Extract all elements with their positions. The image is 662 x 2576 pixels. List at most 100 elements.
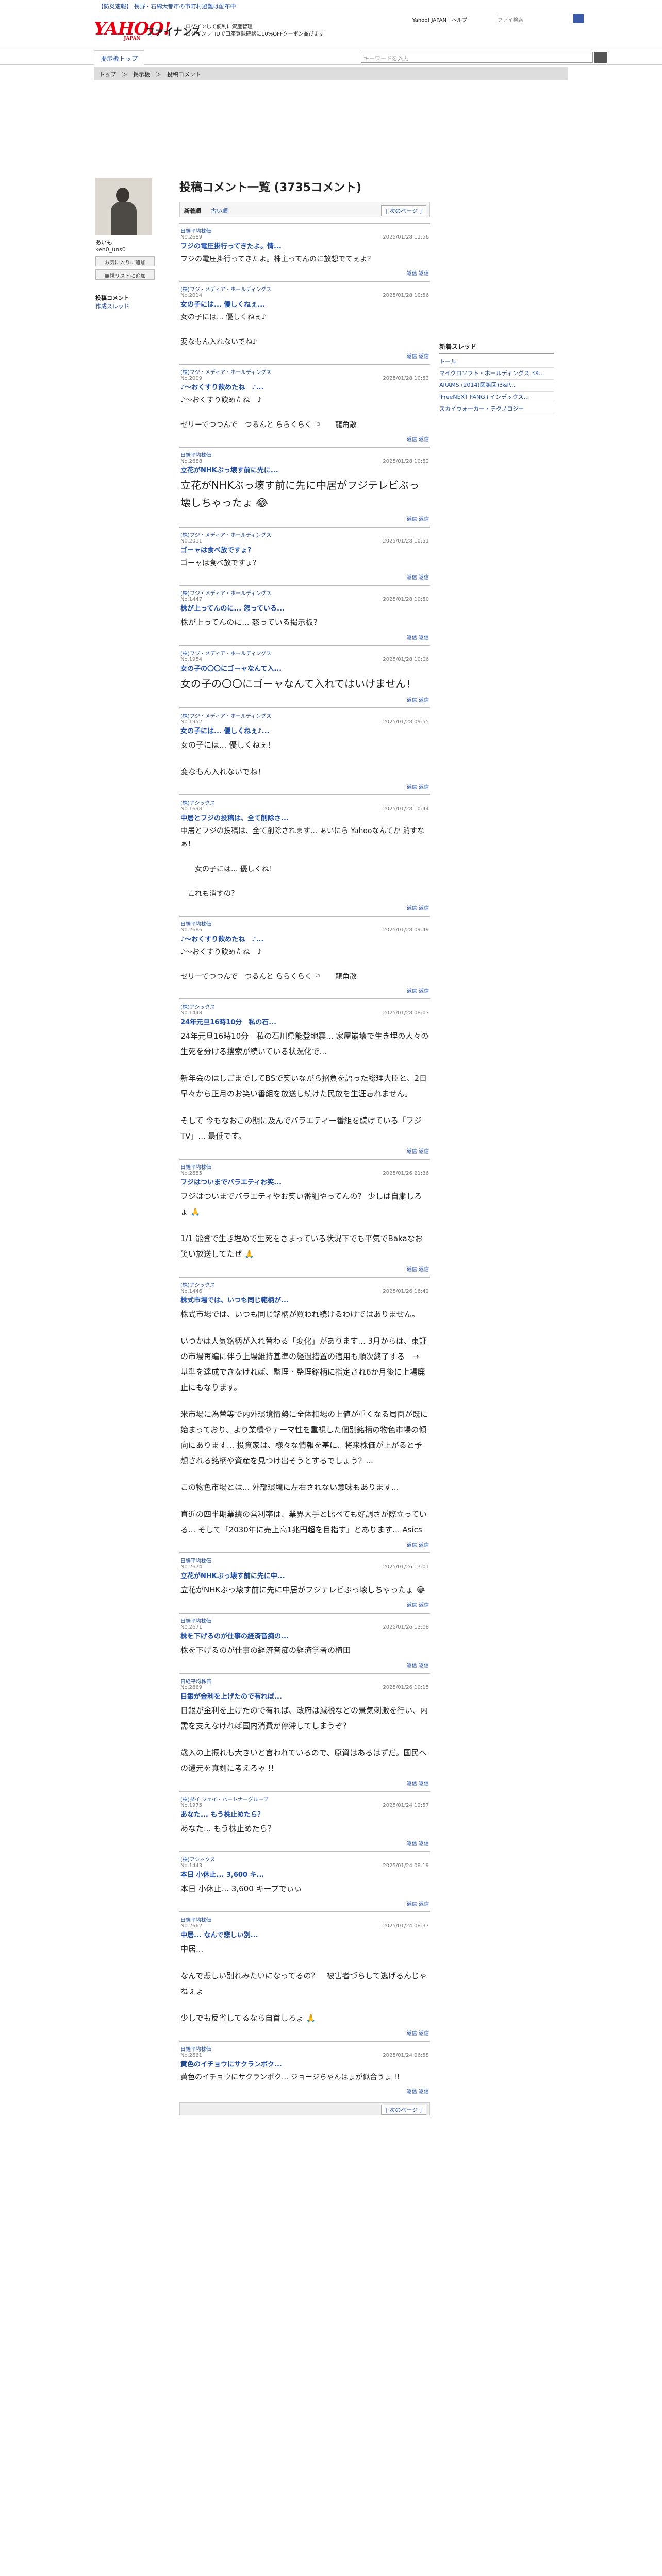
- reply-link[interactable]: 返信 返信: [180, 352, 429, 360]
- reply-link[interactable]: 返信 返信: [180, 1147, 429, 1155]
- reply-link[interactable]: 返信 返信: [180, 1540, 429, 1548]
- reply-link[interactable]: 返信 返信: [180, 1779, 429, 1787]
- stock-name[interactable]: (株)フジ・メディア・ホールディングス: [180, 649, 429, 657]
- reply-link[interactable]: 返信 返信: [180, 515, 429, 522]
- reply-link[interactable]: 返信 返信: [180, 1661, 429, 1669]
- comment-datetime: 2025/01/28 10:52: [383, 459, 429, 464]
- comment-meta: No.1443 2025/01/24 08:19: [180, 1863, 429, 1869]
- body-line: 歳入の上振れも大きいと言われているので、原資はあるはずだ。国民への還元を真剣に考…: [180, 1748, 427, 1773]
- comment-subject[interactable]: 女の子には... 優しくねぇ...: [180, 299, 429, 309]
- quote-search-button[interactable]: [594, 52, 607, 63]
- comment-item: (株)アシックス No.1443 2025/01/24 08:19 本日 小休止...…: [179, 1851, 430, 1911]
- comment-datetime: 2025/01/28 10:51: [383, 538, 429, 544]
- comment-subject[interactable]: 株を下げるのが仕事の経済音痴の...: [180, 1631, 429, 1640]
- comment-subject[interactable]: フジはついまでバラエティお笑...: [180, 1177, 429, 1187]
- comment-body: 女の子の〇〇にゴーャなんて入れてはいけません！: [180, 675, 429, 692]
- comment-number: No.2014: [180, 293, 203, 298]
- reply-link[interactable]: 返信 返信: [180, 1900, 429, 1907]
- comment-subject[interactable]: 中居とフジの投稿は、全て削除さ...: [180, 812, 429, 822]
- reply-link[interactable]: 返信 返信: [180, 1601, 429, 1608]
- add-ignore-button[interactable]: 無視リストに追加: [95, 269, 155, 280]
- reply-link[interactable]: 返信 返信: [180, 904, 429, 911]
- reply-link[interactable]: 返信 返信: [180, 783, 429, 790]
- stock-name[interactable]: 日経平均株価: [180, 451, 429, 459]
- comment-subject[interactable]: 24年元旦16時10分 私の石...: [180, 1016, 429, 1026]
- reply-link[interactable]: 返信 返信: [180, 573, 429, 581]
- comment-subject[interactable]: フジの電圧掛行ってきたよ。情...: [180, 241, 429, 250]
- reply-link[interactable]: 返信 返信: [180, 987, 429, 994]
- comment-subject[interactable]: 立花がNHKぶっ壊す前に先に中...: [180, 1570, 429, 1580]
- nav-posted-comments[interactable]: 投稿コメント: [95, 294, 172, 302]
- comment-body: 立花がNHKぶっ壊す前に先に中居がフジテレビぶっ壊しちゃったょ 😂: [180, 477, 429, 512]
- sidebar-thread-link[interactable]: ARAMS (2014(図第回)3&P...: [439, 380, 554, 392]
- bottom-next-page-button[interactable]: [ 次のページ ]: [380, 2105, 426, 2115]
- disaster-notice[interactable]: 【防災速報】 長野・石綿大都市の市町村避難は配布中: [0, 0, 662, 11]
- comment-meta: No.1698 2025/01/28 10:44: [180, 806, 429, 812]
- comment-body: ゴーャは食べ放ですょ？: [180, 556, 429, 570]
- stock-name[interactable]: (株)フジ・メディア・ホールディングス: [180, 589, 429, 597]
- comment-meta: No.2661 2025/01/24 06:58: [180, 2053, 429, 2058]
- comment-datetime: 2025/01/28 08:03: [383, 1010, 429, 1016]
- reply-link[interactable]: 返信 返信: [180, 2087, 429, 2095]
- add-favorite-button[interactable]: お気に入りに追加: [95, 256, 155, 266]
- comment-subject[interactable]: 株式市場では、いつも同じ範柄が...: [180, 1295, 429, 1304]
- stock-name[interactable]: (株)フジ・メディア・ホールディングス: [180, 531, 429, 538]
- reply-link[interactable]: 返信 返信: [180, 1265, 429, 1273]
- comment-subject[interactable]: 黄色のイチョウにサクランボク...: [180, 2059, 429, 2069]
- header-links[interactable]: Yahoo! JAPAN ヘルプ: [412, 15, 467, 23]
- comment-number: No.1446: [180, 1289, 203, 1294]
- comment-item: (株)アシックス No.1448 2025/01/28 08:03 24年元旦16時1…: [179, 998, 430, 1159]
- stock-name[interactable]: 日経平均株価: [180, 2045, 429, 2053]
- tab-board-top[interactable]: 掲示板トップ: [94, 50, 145, 65]
- comment-subject[interactable]: 中居... なんで悲しい別...: [180, 1929, 429, 1939]
- stock-name[interactable]: (株)ダイ ジェイ・パートナーグループ: [180, 1795, 429, 1803]
- sidebar-thread-link[interactable]: トール: [439, 356, 554, 368]
- comment-subject[interactable]: 立花がNHKぶっ壊す前に先に...: [180, 465, 429, 474]
- reply-link[interactable]: 返信 返信: [180, 1839, 429, 1847]
- promo-banner[interactable]: ログインして便利に資産管理 ログイン ／ IDで口座登録確認に10%OFFクーポ…: [186, 24, 324, 38]
- stock-name[interactable]: (株)アシックス: [180, 799, 429, 806]
- stock-name[interactable]: 日経平均株価: [180, 1163, 429, 1171]
- comment-subject[interactable]: 株が上ってんのに... 怒っている...: [180, 603, 429, 613]
- stock-name[interactable]: 日経平均株価: [180, 1617, 429, 1624]
- stock-name[interactable]: 日経平均株価: [180, 1916, 429, 1923]
- reply-link[interactable]: 返信 返信: [180, 269, 429, 277]
- stock-name[interactable]: (株)フジ・メディア・ホールディングス: [180, 285, 429, 293]
- header-search-input[interactable]: ファイ検索: [495, 14, 572, 23]
- stock-name[interactable]: 日経平均株価: [180, 1677, 429, 1685]
- sidebar-thread-link[interactable]: iFreeNEXT FANG+インデックス...: [439, 392, 554, 403]
- reply-link[interactable]: 返信 返信: [180, 696, 429, 703]
- comment-subject[interactable]: 日銀が金利を上げたので有れば...: [180, 1691, 429, 1701]
- stock-name[interactable]: (株)アシックス: [180, 1855, 429, 1863]
- sort-oldest[interactable]: 古い順: [211, 207, 228, 215]
- quote-search-input[interactable]: キーワードを入力: [361, 52, 593, 63]
- reply-link[interactable]: 返信 返信: [180, 435, 429, 443]
- comment-subject[interactable]: あなた... もう株止めたら？: [180, 1809, 429, 1819]
- comment-subject[interactable]: ♪～おくすり飲めたね ♪...: [180, 382, 429, 392]
- comment-meta: No.2674 2025/01/26 13:01: [180, 1564, 429, 1570]
- sidebar-thread-link[interactable]: スカイウォーカー・テクノロジー: [439, 403, 554, 415]
- breadcrumb[interactable]: トップ ＞ 掲示板 ＞ 投稿コメント: [94, 67, 568, 80]
- comment-subject[interactable]: ゴーャは食べ放ですょ？: [180, 545, 429, 554]
- comment-subject[interactable]: 本日 小休止... 3,600 キ...: [180, 1869, 429, 1879]
- comment-subject[interactable]: 女の子の〇〇にゴーャなんて入...: [180, 663, 429, 673]
- comment-subject[interactable]: ♪～おくすり飲めたね ♪...: [180, 934, 429, 943]
- sort-newest[interactable]: 新着順: [184, 207, 201, 215]
- stock-name[interactable]: (株)アシックス: [180, 1281, 429, 1289]
- comment-subject[interactable]: 女の子には... 優しくねぇ♪...: [180, 725, 429, 735]
- stock-name[interactable]: (株)フジ・メディア・ホールディングス: [180, 368, 429, 376]
- nav-created-threads[interactable]: 作成スレッド: [95, 302, 172, 311]
- stock-name[interactable]: 日経平均株価: [180, 920, 429, 927]
- next-page-button[interactable]: [ 次のページ ]: [380, 205, 426, 216]
- stock-name[interactable]: 日経平均株価: [180, 227, 429, 234]
- header-search-button[interactable]: [573, 14, 584, 23]
- sidebar-thread-link[interactable]: マイクロソフト・ホールディングス 3X...: [439, 368, 554, 380]
- reply-link[interactable]: 返信 返信: [180, 633, 429, 641]
- comment-datetime: 2025/01/26 13:01: [383, 1564, 429, 1570]
- reply-link[interactable]: 返信 返信: [180, 2029, 429, 2037]
- stock-name[interactable]: (株)フジ・メディア・ホールディングス: [180, 711, 429, 719]
- stock-name[interactable]: (株)アシックス: [180, 1003, 429, 1010]
- stock-name[interactable]: 日経平均株価: [180, 1556, 429, 1564]
